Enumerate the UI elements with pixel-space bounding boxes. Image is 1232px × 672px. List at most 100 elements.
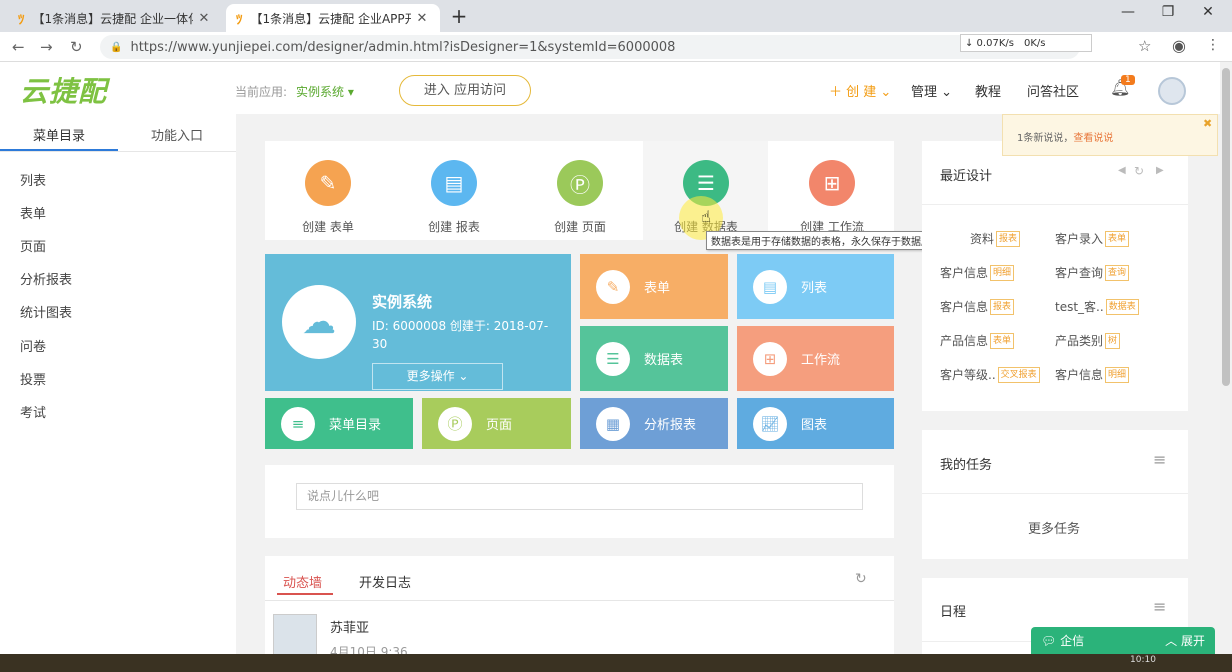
item-name: 客户等级.. <box>940 368 996 382</box>
edit-icon: ✎ <box>305 160 351 206</box>
user-avatar[interactable] <box>1158 77 1186 105</box>
reload-icon[interactable]: ↻ <box>70 38 83 56</box>
recent-item[interactable]: 客户录入 表单 <box>1055 230 1130 247</box>
divider <box>0 151 236 152</box>
sidebar-item-analysis[interactable]: 分析报表 <box>20 269 72 288</box>
recent-item[interactable]: 客户等级.. 交叉报表 <box>940 366 1040 383</box>
item-name: 客户查询 <box>1055 266 1104 280</box>
minimize-button[interactable]: — <box>1108 4 1148 20</box>
tab-title: 【1条消息】云捷配 企业APP开发 <box>250 11 411 26</box>
refresh-icon[interactable]: ↻ <box>1134 164 1144 178</box>
close-tab-icon[interactable]: ✕ <box>417 11 428 26</box>
tasks-panel <box>922 430 1188 559</box>
browser-tab-2[interactable]: ﾂ 【1条消息】云捷配 企业APP开发 ✕ <box>226 4 440 32</box>
close-icon[interactable]: ✖ <box>1203 117 1212 130</box>
sidebar-item-list[interactable]: 列表 <box>20 170 46 189</box>
chat-widget[interactable]: 💬︎ 企信 ︿ 展开 <box>1031 627 1215 654</box>
recent-item[interactable]: 客户查询 查询 <box>1055 264 1130 281</box>
create-workflow-action[interactable]: ⊞ 创建 工作流 <box>782 160 882 235</box>
sidebar-tab-function[interactable]: 功能入口 <box>151 125 203 144</box>
recent-item[interactable]: 客户信息 明细 <box>940 264 1015 281</box>
recent-designs-title: 最近设计 <box>940 169 993 184</box>
tab-dev-log[interactable]: 开发日志 <box>359 572 411 591</box>
workflow-icon: ⊞ <box>753 341 787 376</box>
close-tab-icon[interactable]: ✕ <box>199 11 210 26</box>
sidebar-item-page[interactable]: 页面 <box>20 236 46 255</box>
chat-label: 企信 <box>1060 634 1085 648</box>
create-form-action[interactable]: ✎ 创建 表单 <box>278 160 378 235</box>
more-tasks-link[interactable]: 更多任务 <box>1028 518 1080 537</box>
sidebar <box>0 114 236 662</box>
menu-icon[interactable]: ≡ <box>1153 597 1166 616</box>
prev-icon[interactable]: ◀ <box>1118 165 1126 176</box>
taskbar-clock: 10:10 <box>1130 655 1156 665</box>
nav-create[interactable]: ＋ 创 建 ⌄ <box>829 81 891 100</box>
view-posts-link[interactable]: 查看说说 <box>1073 133 1113 144</box>
item-name: 资料 <box>970 232 995 246</box>
close-window-button[interactable]: ✕ <box>1188 4 1228 20</box>
tab-activity-wall[interactable]: 动态墙 <box>283 572 322 591</box>
tile-menu[interactable]: ≡ 菜单目录 <box>265 398 413 449</box>
restore-button[interactable]: ❐ <box>1148 4 1188 20</box>
recent-item[interactable]: 资料 报表 <box>970 230 1021 247</box>
recent-item[interactable]: 客户信息 报表 <box>940 298 1015 315</box>
tile-analysis[interactable]: ▦ 分析报表 <box>580 398 728 449</box>
scrollbar-thumb[interactable] <box>1222 68 1230 386</box>
sidebar-item-survey[interactable]: 问卷 <box>20 336 46 355</box>
chat-icon: 💬︎ <box>1041 634 1061 648</box>
avatar[interactable] <box>273 614 317 658</box>
sidebar-item-exam[interactable]: 考试 <box>20 402 46 421</box>
chart-icon: 📈︎ <box>753 406 787 441</box>
enter-app-button[interactable]: 进入 应用访问 <box>399 75 531 106</box>
menu-icon[interactable]: ≡ <box>1153 450 1166 469</box>
browser-tab-1[interactable]: ﾂ 【1条消息】云捷配 企业一体化平 ✕ <box>8 4 226 32</box>
nav-community[interactable]: 问答社区 <box>1027 81 1079 100</box>
divider <box>922 493 1188 494</box>
tile-label: 工作流 <box>801 353 841 368</box>
tile-page[interactable]: Ⓟ 页面 <box>422 398 571 449</box>
recent-item[interactable]: test_客.. 数据表 <box>1055 298 1139 315</box>
more-menu-icon[interactable]: ⋮ <box>1206 37 1220 53</box>
current-app-selector[interactable]: 实例系统 ▾ <box>296 83 354 100</box>
app-logo[interactable]: 云捷配 <box>20 70 107 110</box>
tile-datatable[interactable]: ☰ 数据表 <box>580 326 728 391</box>
grid-icon: ▦ <box>596 406 630 441</box>
new-tab-button[interactable]: + <box>446 4 472 28</box>
post-input[interactable]: 说点儿什么吧 <box>296 483 863 510</box>
profile-icon[interactable]: ◉ <box>1172 36 1186 55</box>
sidebar-tab-menu[interactable]: 菜单目录 <box>33 125 85 144</box>
sidebar-item-charts[interactable]: 统计图表 <box>20 302 72 321</box>
forward-arrow-icon[interactable]: → <box>40 38 53 56</box>
back-arrow-icon[interactable]: ← <box>12 38 25 56</box>
net-down: ↓ 0.07K/s <box>965 37 1014 49</box>
item-name: 客户信息 <box>940 300 989 314</box>
item-tag: 查询 <box>1105 264 1130 281</box>
refresh-icon[interactable]: ↻ <box>855 571 867 587</box>
page-icon: Ⓟ <box>557 160 603 206</box>
recent-item[interactable]: 产品类别树 <box>1055 332 1121 349</box>
tile-label: 列表 <box>801 281 828 296</box>
url-field[interactable]: 🔒 https://www.yunjiepei.com/designer/adm… <box>100 35 1080 59</box>
sidebar-item-form[interactable]: 表单 <box>20 203 46 222</box>
item-tag: 交叉报表 <box>997 366 1040 383</box>
current-app-label: 当前应用: <box>235 85 288 99</box>
create-report-action[interactable]: ▤ 创建 报表 <box>404 160 504 235</box>
tile-form[interactable]: ✎ 表单 <box>580 254 728 319</box>
chat-expand[interactable]: ︿ 展开 <box>1165 632 1205 649</box>
next-icon[interactable]: ▶ <box>1156 165 1164 176</box>
create-page-action[interactable]: Ⓟ 创建 页面 <box>530 160 630 235</box>
feed-username[interactable]: 苏菲亚 <box>330 617 369 636</box>
tile-chart[interactable]: 📈︎ 图表 <box>737 398 894 449</box>
tile-list[interactable]: ▤ 列表 <box>737 254 894 319</box>
recent-item[interactable]: 客户信息 明细 <box>1055 366 1130 383</box>
sidebar-item-vote[interactable]: 投票 <box>20 369 46 388</box>
tile-label: 页面 <box>486 418 513 433</box>
chevron-up-icon: ︿ <box>1165 634 1181 648</box>
nav-tutorial[interactable]: 教程 <box>975 81 1001 100</box>
recent-item[interactable]: 产品信息 表单 <box>940 332 1015 349</box>
nav-manage[interactable]: 管理 ⌄ <box>911 81 952 100</box>
tile-workflow[interactable]: ⊞ 工作流 <box>737 326 894 391</box>
more-actions-button[interactable]: 更多操作 ⌄ <box>372 363 503 390</box>
item-name: 产品信息 <box>940 334 989 348</box>
bookmark-star-icon[interactable]: ☆ <box>1138 37 1151 55</box>
